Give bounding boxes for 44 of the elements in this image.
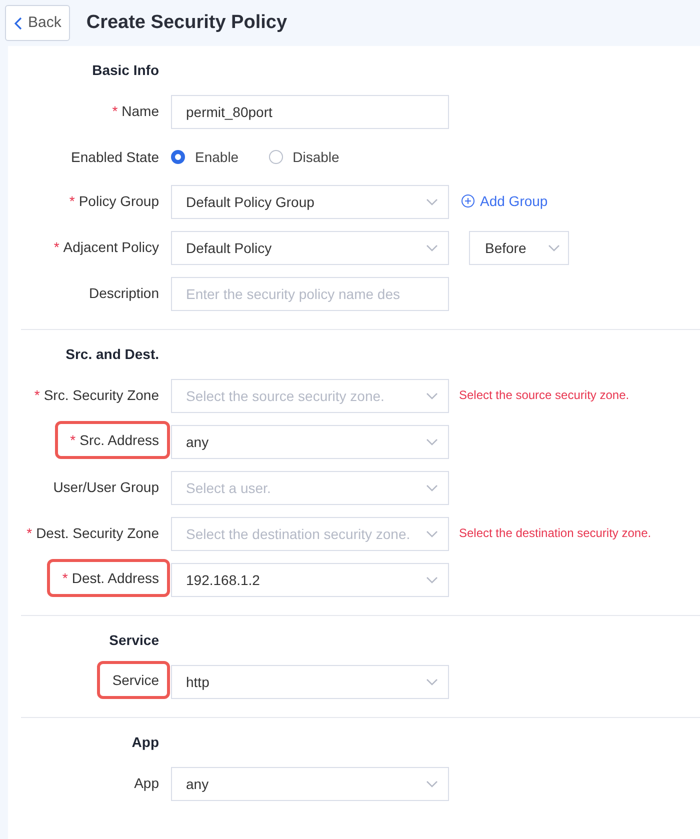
section-title: Service [108,631,159,650]
chevron-down-icon [426,678,438,686]
select-field[interactable]: http [171,665,449,699]
input-field[interactable]: permit_80port [171,95,449,129]
radio-option[interactable]: Disable [268,146,340,168]
select-field[interactable]: any [171,425,449,459]
field-label: * Policy Group [69,192,159,211]
select-field[interactable]: Default Policy Group [171,185,449,219]
back-button[interactable]: Back [5,5,70,41]
field-label: * Dest. Address [47,559,170,597]
chevron-down-icon [426,438,438,446]
add-group-link[interactable]: Add Group [461,185,548,217]
page-title: Create Security Policy [86,12,288,34]
chevron-down-icon [426,244,438,252]
field-label: Enabled State [71,148,159,167]
field-label: Description [88,284,159,303]
plus-circle-icon [461,194,475,208]
field-label: Service [97,661,170,699]
chevron-down-icon [548,244,560,252]
field-label: * Name [112,102,159,121]
chevron-down-icon [426,392,438,400]
section-title: Src. and Dest. [64,345,159,364]
input-field[interactable]: Enter the security policy name des [171,277,449,311]
chevron-down-icon [426,484,438,492]
select-field[interactable]: 192.168.1.2 [171,563,449,597]
field-label: * Src. Security Zone [34,386,159,405]
position-select[interactable]: Before [469,231,569,265]
chevron-left-icon [14,16,22,30]
error-message: Select the destination security zone. [459,525,652,542]
select-field[interactable]: any [171,767,449,801]
field-label: * Src. Address [55,421,170,459]
field-label: User/User Group [53,478,159,497]
chevron-down-icon [426,198,438,206]
section-title: Basic Info [91,61,159,80]
chevron-down-icon [426,780,438,788]
radio-option[interactable]: Enable [171,146,239,168]
field-label: * Adjacent Policy [54,238,159,257]
error-message: Select the source security zone. [459,387,630,404]
section-title: App [130,733,159,752]
chevron-down-icon [426,530,438,538]
chevron-down-icon [426,576,438,584]
field-label: App [134,774,159,793]
select-field[interactable]: Default Policy [171,231,449,265]
field-label: * Dest. Security Zone [26,524,159,543]
